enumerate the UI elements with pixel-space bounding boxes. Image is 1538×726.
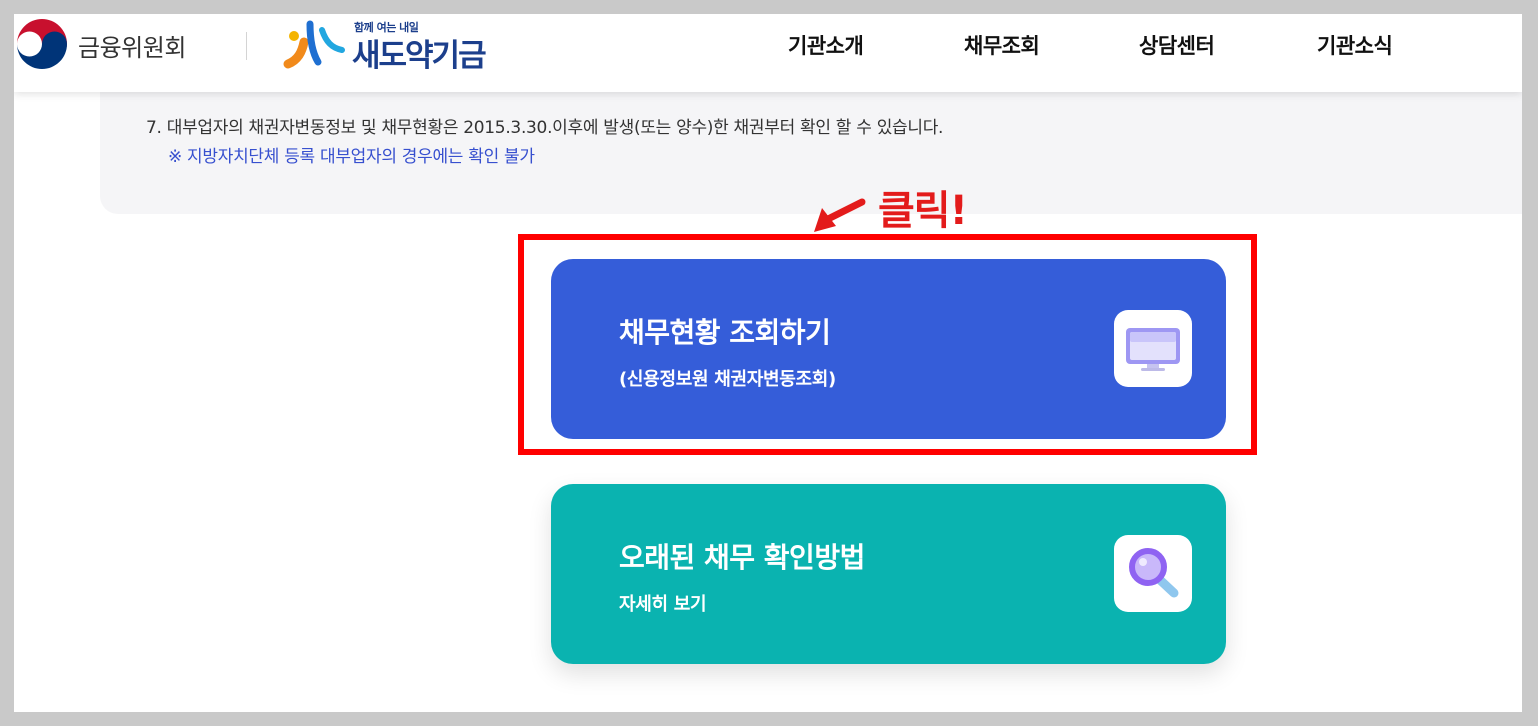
annotation-click-label: 클릭! bbox=[878, 188, 968, 234]
card-subtitle: (신용정보원 채권자변동조회) bbox=[619, 369, 836, 390]
card-title: 채무현황 조회하기 bbox=[619, 316, 831, 349]
annotation-arrow-icon bbox=[814, 198, 866, 232]
taegeuk-logo-icon[interactable] bbox=[14, 16, 70, 72]
monitor-icon bbox=[1114, 310, 1192, 387]
magnifier-icon bbox=[1114, 535, 1192, 612]
card-subtitle: 자세히 보기 bbox=[619, 594, 707, 615]
debt-status-inquiry-card[interactable]: 채무현황 조회하기 (신용정보원 채권자변동조회) bbox=[551, 259, 1226, 439]
site-header: 금융위원회 함께 여는 내일 새도약기금 기관소개 채무조회 상담센터 기관소식 bbox=[14, 14, 1522, 92]
nav-item-about[interactable]: 기관소개 bbox=[788, 30, 864, 60]
org-name[interactable]: 금융위원회 bbox=[78, 28, 186, 63]
card-title: 오래된 채무 확인방법 bbox=[619, 541, 865, 574]
nav-item-debt-inquiry[interactable]: 채무조회 bbox=[964, 30, 1040, 60]
notice-note: ※ 지방자치단체 등록 대부업자의 경우에는 확인 불가 bbox=[168, 147, 535, 167]
logo-divider bbox=[246, 32, 247, 60]
old-debt-guide-card[interactable]: 오래된 채무 확인방법 자세히 보기 bbox=[551, 484, 1226, 664]
brand-mark-icon[interactable] bbox=[276, 16, 346, 72]
nav-item-news[interactable]: 기관소식 bbox=[1317, 30, 1393, 60]
notice-item-7: 7. 대부업자의 채권자변동정보 및 채무현황은 2015.3.30.이후에 발… bbox=[146, 118, 944, 138]
brand-name[interactable]: 새도약기금 bbox=[352, 30, 487, 75]
nav-item-counseling[interactable]: 상담센터 bbox=[1139, 30, 1215, 60]
page: 7. 대부업자의 채권자변동정보 및 채무현황은 2015.3.30.이후에 발… bbox=[14, 14, 1522, 712]
